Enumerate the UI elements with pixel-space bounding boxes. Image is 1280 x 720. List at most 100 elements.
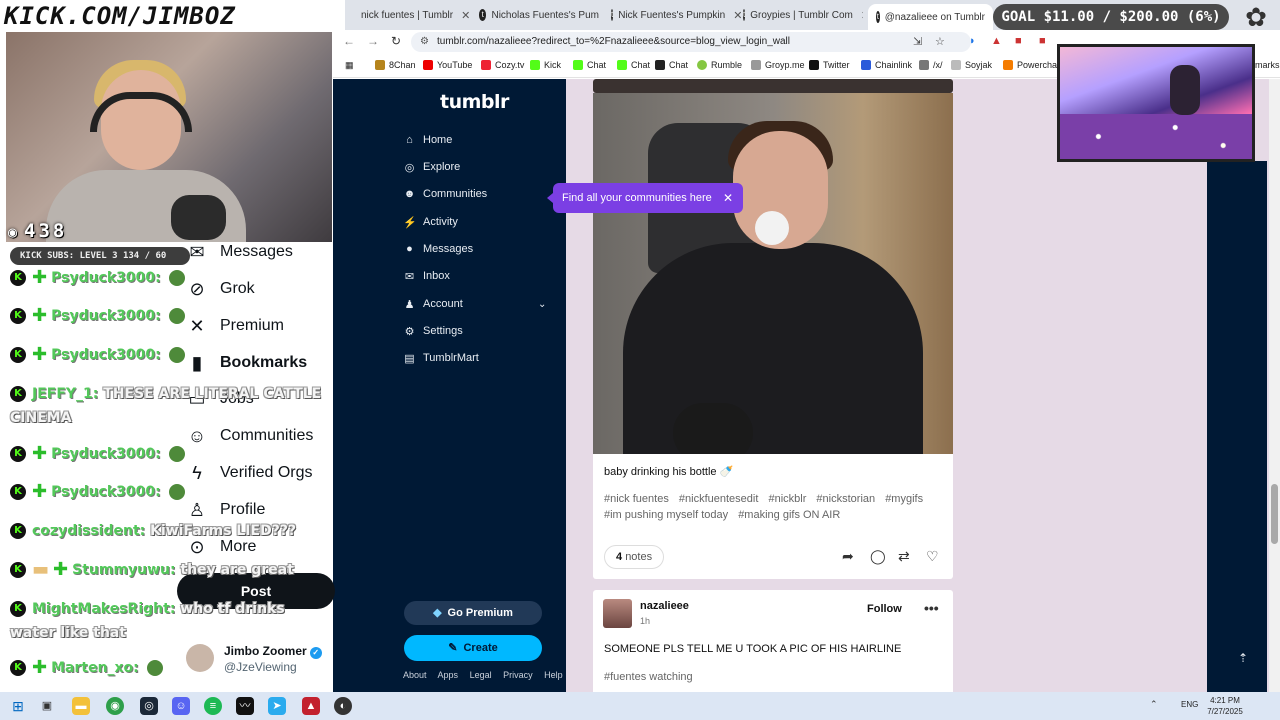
nav-settings[interactable]: ⚙ Settings <box>403 322 463 340</box>
close-icon[interactable]: ✕ <box>723 183 733 213</box>
nav-home[interactable]: ⌂ Home <box>403 131 452 149</box>
nav-inbox[interactable]: ✉ Inbox <box>403 267 450 285</box>
telegram-icon[interactable]: ➤ <box>268 697 286 715</box>
nav-activity[interactable]: ⚡ Activity <box>403 213 458 231</box>
tag-link[interactable]: #nick fuentes <box>604 493 669 505</box>
nav-label: Explore <box>423 161 461 173</box>
follow-button[interactable]: Follow <box>867 603 902 615</box>
tumblr-favicon-icon: t <box>743 9 746 21</box>
tumblr-logo[interactable]: tumblr <box>440 91 509 113</box>
discord-icon[interactable]: ☺ <box>172 697 190 715</box>
webcam-feed <box>6 30 332 242</box>
more-options-icon[interactable]: ••• <box>924 600 939 616</box>
footer-link-apps[interactable]: Apps <box>438 670 459 680</box>
footer-link-help[interactable]: Help <box>544 670 563 680</box>
extension-icon[interactable]: ■ <box>1015 35 1022 47</box>
app-icon[interactable]: ▲ <box>302 697 320 715</box>
extension-icon[interactable]: ■ <box>1039 35 1046 47</box>
reload-icon[interactable]: ↻ <box>391 34 401 48</box>
app-icon[interactable]: 〰 <box>236 697 254 715</box>
close-icon[interactable]: ✕ <box>461 9 470 22</box>
post-image[interactable] <box>593 93 953 454</box>
heart-icon[interactable]: ♡ <box>926 548 939 565</box>
chrome-icon[interactable]: ◉ <box>106 697 124 715</box>
post-card: baby drinking his bottle 🍼 #nick fuentes… <box>593 93 953 579</box>
reply-icon[interactable]: ◯ <box>870 548 886 565</box>
scroll-to-top-icon[interactable]: ⇡ <box>1238 651 1248 665</box>
file-explorer-icon[interactable]: ▬ <box>72 697 90 715</box>
obs-icon[interactable]: ◐ <box>334 697 352 715</box>
scrollbar[interactable] <box>1269 79 1280 692</box>
tag-link[interactable]: #mygifs <box>885 493 923 505</box>
tag-link[interactable]: #fuentes watching <box>604 671 693 683</box>
bookmark-item[interactable]: Chat <box>617 60 650 70</box>
kick-badge-icon: K <box>10 660 26 676</box>
bookmark-item[interactable]: Chainlink <box>861 60 912 70</box>
system-tray-icon[interactable]: ⌃ <box>1150 699 1158 710</box>
bookmark-item[interactable]: Chat <box>573 60 606 70</box>
tag-link[interactable]: #nickblr <box>768 493 806 505</box>
site-info-icon[interactable]: ⚙ <box>420 32 429 52</box>
bookmark-item[interactable]: Kick <box>530 60 561 70</box>
bookmark-item[interactable]: Soyjak <box>951 60 992 70</box>
forward-icon[interactable]: → <box>367 34 379 48</box>
tab-nick-fuentes-tumblr[interactable]: nick fuentes | Tumblr ✕ <box>361 4 481 26</box>
footer-link-legal[interactable]: Legal <box>470 670 492 680</box>
reblog-icon[interactable]: ⇄ <box>898 548 910 565</box>
footer-link-privacy[interactable]: Privacy <box>503 670 533 680</box>
task-view-icon[interactable]: ▣ <box>38 697 56 715</box>
tab-nicholas-fuentes[interactable]: t Nicholas Fuentes's Pum <box>479 4 599 26</box>
windows-start-icon[interactable]: ⊞ <box>9 697 27 715</box>
bookmark-item[interactable]: Twitter <box>809 60 850 70</box>
tab-nick-fuentes-pumpkin[interactable]: t Nick Fuentes's Pumpkin ✕ <box>611 4 741 26</box>
close-icon[interactable]: ✕ <box>733 9 741 22</box>
nav-communities[interactable]: ☻ Communities <box>403 185 487 203</box>
bookmark-item[interactable]: Cozy.tv <box>481 60 524 70</box>
bookmark-star-icon[interactable]: ☆ <box>935 35 945 48</box>
bookmark-item[interactable]: YouTube <box>423 60 472 70</box>
viewers-icon: ◉ <box>8 223 21 241</box>
share-icon[interactable]: ➦ <box>842 548 854 565</box>
scrollbar-thumb[interactable] <box>1271 484 1278 544</box>
bookmark-item[interactable]: Rumble <box>697 60 742 70</box>
footer-links: About Apps Legal Privacy Help <box>403 670 572 680</box>
install-app-icon[interactable]: ⇲ <box>913 35 922 48</box>
nav-tumblrmart[interactable]: ▤ TumblrMart <box>403 349 479 367</box>
bookmark-item[interactable]: Chat <box>655 60 688 70</box>
bookmark-item[interactable]: 8Chan <box>375 60 416 70</box>
tag-link[interactable]: #making gifs ON AIR <box>738 509 840 521</box>
steam-icon[interactable]: ◎ <box>140 697 158 715</box>
close-icon[interactable]: ✕ <box>861 9 863 22</box>
bookmark-item[interactable]: Powerchat <box>1003 60 1060 70</box>
chevron-down-icon[interactable]: ⌄ <box>538 299 546 310</box>
nav-explore[interactable]: ◎ Explore <box>403 158 461 176</box>
youtube-icon <box>423 60 433 70</box>
bookmark-item[interactable]: /x/ <box>919 60 943 70</box>
extension-icon[interactable]: ▲ <box>991 35 1002 47</box>
go-premium-button[interactable]: ◆ Go Premium <box>404 601 542 625</box>
language-indicator[interactable]: ENG <box>1181 700 1198 709</box>
avatar[interactable] <box>603 599 632 628</box>
spotify-icon[interactable]: ≡ <box>204 697 222 715</box>
extension-icon[interactable]: ◗ <box>969 35 976 47</box>
tag-link[interactable]: #nickstorian <box>816 493 875 505</box>
tab-groypies[interactable]: t Groypies | Tumblr Com ✕ <box>743 4 863 26</box>
footer-link-about[interactable]: About <box>403 670 427 680</box>
apps-grid-icon[interactable]: ▦ <box>345 60 354 71</box>
notes-button[interactable]: 4 notes <box>604 545 665 569</box>
address-bar[interactable]: ⚙ tumblr.com/nazalieee?redirect_to=%2Fna… <box>411 32 971 52</box>
nav-account[interactable]: ♟ Account ⌄ <box>403 295 547 313</box>
nav-messages[interactable]: ● Messages <box>403 240 473 258</box>
blog-name[interactable]: nazalieee <box>640 600 689 612</box>
tag-link[interactable]: #im pushing myself today <box>604 509 728 521</box>
bookmark-label: Chat <box>587 60 607 70</box>
bookmark-item[interactable]: Groyp.me <box>751 60 805 70</box>
x-nav-messages[interactable]: ✉ Messages <box>186 238 292 266</box>
clock[interactable]: 4:21 PM 7/27/2025 <box>1205 695 1245 717</box>
tab-nazalieee-active[interactable]: t @nazalieee on Tumblr <box>868 4 993 30</box>
picture-in-picture-video <box>1057 44 1255 162</box>
tag-link[interactable]: #nickfuentesedit <box>679 493 759 505</box>
back-icon[interactable]: ← <box>343 34 355 48</box>
create-button[interactable]: ✎ Create <box>404 635 542 661</box>
all-bookmarks[interactable]: marks <box>1255 60 1280 70</box>
